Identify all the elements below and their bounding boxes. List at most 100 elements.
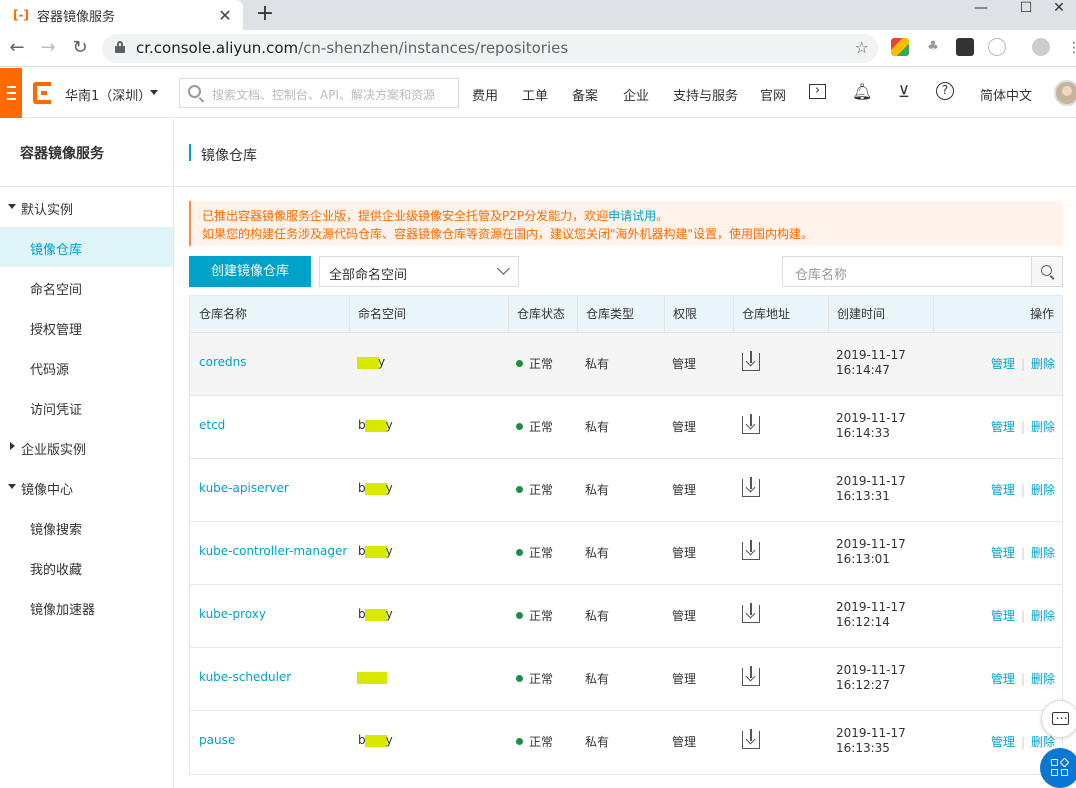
sidebar-item-image-accelerator[interactable]: 镜像加速器 bbox=[0, 587, 173, 627]
sidebar-item-code-source[interactable]: 代码源 bbox=[0, 347, 173, 387]
repo-name-link[interactable]: kube-controller-manager bbox=[199, 544, 347, 558]
nav-billing[interactable]: 费用 bbox=[472, 85, 498, 104]
address-bar[interactable]: cr.console.aliyun.com/cn-shenzhen/instan… bbox=[102, 34, 878, 63]
apps-grid-button[interactable] bbox=[1040, 748, 1076, 788]
table-row[interactable]: pause by 正常 私有 管理 2019-11-17 16:13:35 管理 |… bbox=[190, 711, 1062, 774]
apply-trial-link[interactable]: 申请试用 bbox=[608, 209, 656, 223]
repo-name-link[interactable]: etcd bbox=[199, 418, 225, 432]
manage-link[interactable]: 管理 bbox=[991, 735, 1015, 749]
table-row[interactable]: kube-controller-manager by 正常 私有 管理 2019… bbox=[190, 522, 1062, 585]
col-repo-name: 仓库名称 bbox=[190, 296, 350, 333]
col-address: 仓库地址 bbox=[733, 296, 829, 333]
avatar[interactable] bbox=[1054, 80, 1076, 106]
language-selector[interactable]: 简体中文 bbox=[980, 85, 1032, 104]
minimize-button[interactable]: — bbox=[958, 0, 1004, 18]
table-row[interactable]: kube-scheduler 正常 私有 管理 2019-11-17 16:12:… bbox=[190, 648, 1062, 711]
global-search-input[interactable]: 搜索文档、控制台、API、解决方案和资源 bbox=[179, 78, 459, 108]
extension-dark-icon[interactable] bbox=[956, 38, 974, 56]
delete-link[interactable]: 删除 bbox=[1031, 546, 1055, 560]
repo-name-link[interactable]: kube-proxy bbox=[199, 607, 266, 621]
lock-icon bbox=[115, 41, 125, 53]
repo-name-link[interactable]: kube-apiserver bbox=[199, 481, 289, 495]
table-row[interactable]: kube-proxy by 正常 私有 管理 2019-11-17 16:12:1… bbox=[190, 585, 1062, 648]
download-icon[interactable] bbox=[742, 729, 760, 749]
browser-tab[interactable]: [-] 容器镜像服务 ✕ bbox=[0, 0, 243, 30]
sidebar-group-image-center[interactable]: 镜像中心 bbox=[0, 467, 173, 507]
sidebar-group-label: 企业版实例 bbox=[21, 443, 87, 458]
new-tab-button[interactable]: + bbox=[253, 2, 277, 26]
extension-tree-icon[interactable]: ♣ bbox=[924, 38, 942, 56]
manage-link[interactable]: 管理 bbox=[991, 546, 1015, 560]
download-icon[interactable] bbox=[742, 414, 760, 434]
extension-gauge-icon[interactable] bbox=[988, 38, 1006, 56]
repo-name-link[interactable]: kube-scheduler bbox=[199, 670, 291, 684]
manage-link[interactable]: 管理 bbox=[991, 483, 1015, 497]
repo-name-link[interactable]: pause bbox=[199, 733, 235, 747]
permission-cell: 管理 bbox=[672, 483, 697, 497]
tab-close-icon[interactable]: ✕ bbox=[215, 6, 235, 25]
repository-search-input[interactable]: 仓库名称 bbox=[782, 256, 1032, 287]
browser-menu-icon[interactable]: ⋮ bbox=[1062, 36, 1076, 60]
sidebar-item-namespaces[interactable]: 命名空间 bbox=[0, 267, 173, 307]
namespace-select[interactable]: 全部命名空间 bbox=[319, 256, 519, 287]
nav-enterprise[interactable]: 企业 bbox=[623, 85, 649, 104]
permission-cell: 管理 bbox=[672, 546, 697, 560]
menu-icon[interactable] bbox=[0, 68, 22, 118]
table-row[interactable]: coredns y 正常 私有 管理 2019-11-17 16:14:47 管理… bbox=[190, 333, 1062, 396]
profile-icon[interactable] bbox=[1032, 38, 1050, 56]
sidebar-item-image-search[interactable]: 镜像搜索 bbox=[0, 507, 173, 547]
url-text: cr.console.aliyun.com/cn-shenzhen/instan… bbox=[136, 39, 569, 57]
sidebar-item-favorites[interactable]: 我的收藏 bbox=[0, 547, 173, 587]
repository-search-placeholder: 仓库名称 bbox=[795, 268, 848, 283]
table-row[interactable]: etcd by 正常 私有 管理 2019-11-17 16:14:33 管理 | 删… bbox=[190, 396, 1062, 459]
delete-link[interactable]: 删除 bbox=[1031, 357, 1055, 371]
nav-support[interactable]: 支持与服务 bbox=[673, 85, 738, 104]
help-icon[interactable]: ? bbox=[936, 82, 954, 100]
delete-link[interactable]: 删除 bbox=[1031, 420, 1055, 434]
manage-link[interactable]: 管理 bbox=[991, 357, 1015, 371]
download-icon[interactable] bbox=[742, 351, 760, 371]
region-selector[interactable]: 华南1（深圳） bbox=[65, 85, 151, 104]
nav-official-site[interactable]: 官网 bbox=[760, 85, 786, 104]
cloud-shell-icon[interactable]: › bbox=[809, 84, 826, 99]
notification-bell-icon[interactable]: 🔔︎ bbox=[852, 82, 872, 102]
aliyun-logo[interactable] bbox=[33, 82, 51, 104]
feedback-chat-button[interactable]: ··· bbox=[1041, 700, 1076, 738]
created-time-cell: 2019-11-17 16:13:01 bbox=[836, 537, 906, 566]
reload-icon[interactable]: ↻ bbox=[68, 36, 92, 60]
manage-link[interactable]: 管理 bbox=[991, 672, 1015, 686]
created-time-cell: 2019-11-17 16:13:35 bbox=[836, 726, 906, 755]
download-icon[interactable] bbox=[742, 540, 760, 560]
col-type: 仓库类型 bbox=[577, 296, 665, 333]
region-caret-icon[interactable] bbox=[150, 90, 158, 95]
delete-link[interactable]: 删除 bbox=[1031, 672, 1055, 686]
cart-icon[interactable]: ⊻ bbox=[894, 82, 914, 102]
delete-link[interactable]: 删除 bbox=[1031, 483, 1055, 497]
sidebar-item-authorization[interactable]: 授权管理 bbox=[0, 307, 173, 347]
sidebar-item-repositories[interactable]: 镜像仓库 bbox=[0, 227, 173, 267]
extension-icon[interactable] bbox=[891, 38, 909, 56]
manage-link[interactable]: 管理 bbox=[991, 420, 1015, 434]
delete-link[interactable]: 删除 bbox=[1031, 609, 1055, 623]
table-row[interactable]: kube-apiserver by 正常 私有 管理 2019-11-17 16:… bbox=[190, 459, 1062, 522]
status-cell: 正常 bbox=[516, 355, 553, 372]
download-icon[interactable] bbox=[742, 477, 760, 497]
forward-icon[interactable]: → bbox=[36, 36, 60, 60]
window-close-button[interactable]: ✕ bbox=[1036, 0, 1076, 18]
delete-link[interactable]: 删除 bbox=[1031, 735, 1055, 749]
repo-name-link[interactable]: coredns bbox=[199, 355, 246, 369]
sidebar-item-access-credentials[interactable]: 访问凭证 bbox=[0, 387, 173, 427]
back-icon[interactable]: ← bbox=[5, 36, 29, 60]
create-repository-button[interactable]: 创建镜像仓库 bbox=[189, 256, 311, 287]
download-icon[interactable] bbox=[742, 666, 760, 686]
sidebar-group-enterprise-instance[interactable]: 企业版实例 bbox=[0, 427, 173, 467]
type-cell: 私有 bbox=[585, 420, 610, 434]
repository-search-button[interactable] bbox=[1031, 256, 1063, 287]
download-icon[interactable] bbox=[742, 603, 760, 623]
row-actions: 管理 | 删除 bbox=[990, 357, 1055, 371]
manage-link[interactable]: 管理 bbox=[991, 609, 1015, 623]
nav-tickets[interactable]: 工单 bbox=[522, 85, 548, 104]
sidebar-group-default-instance[interactable]: 默认实例 bbox=[0, 187, 173, 227]
nav-icp[interactable]: 备案 bbox=[572, 85, 598, 104]
bookmark-star-icon[interactable]: ☆ bbox=[855, 38, 869, 57]
